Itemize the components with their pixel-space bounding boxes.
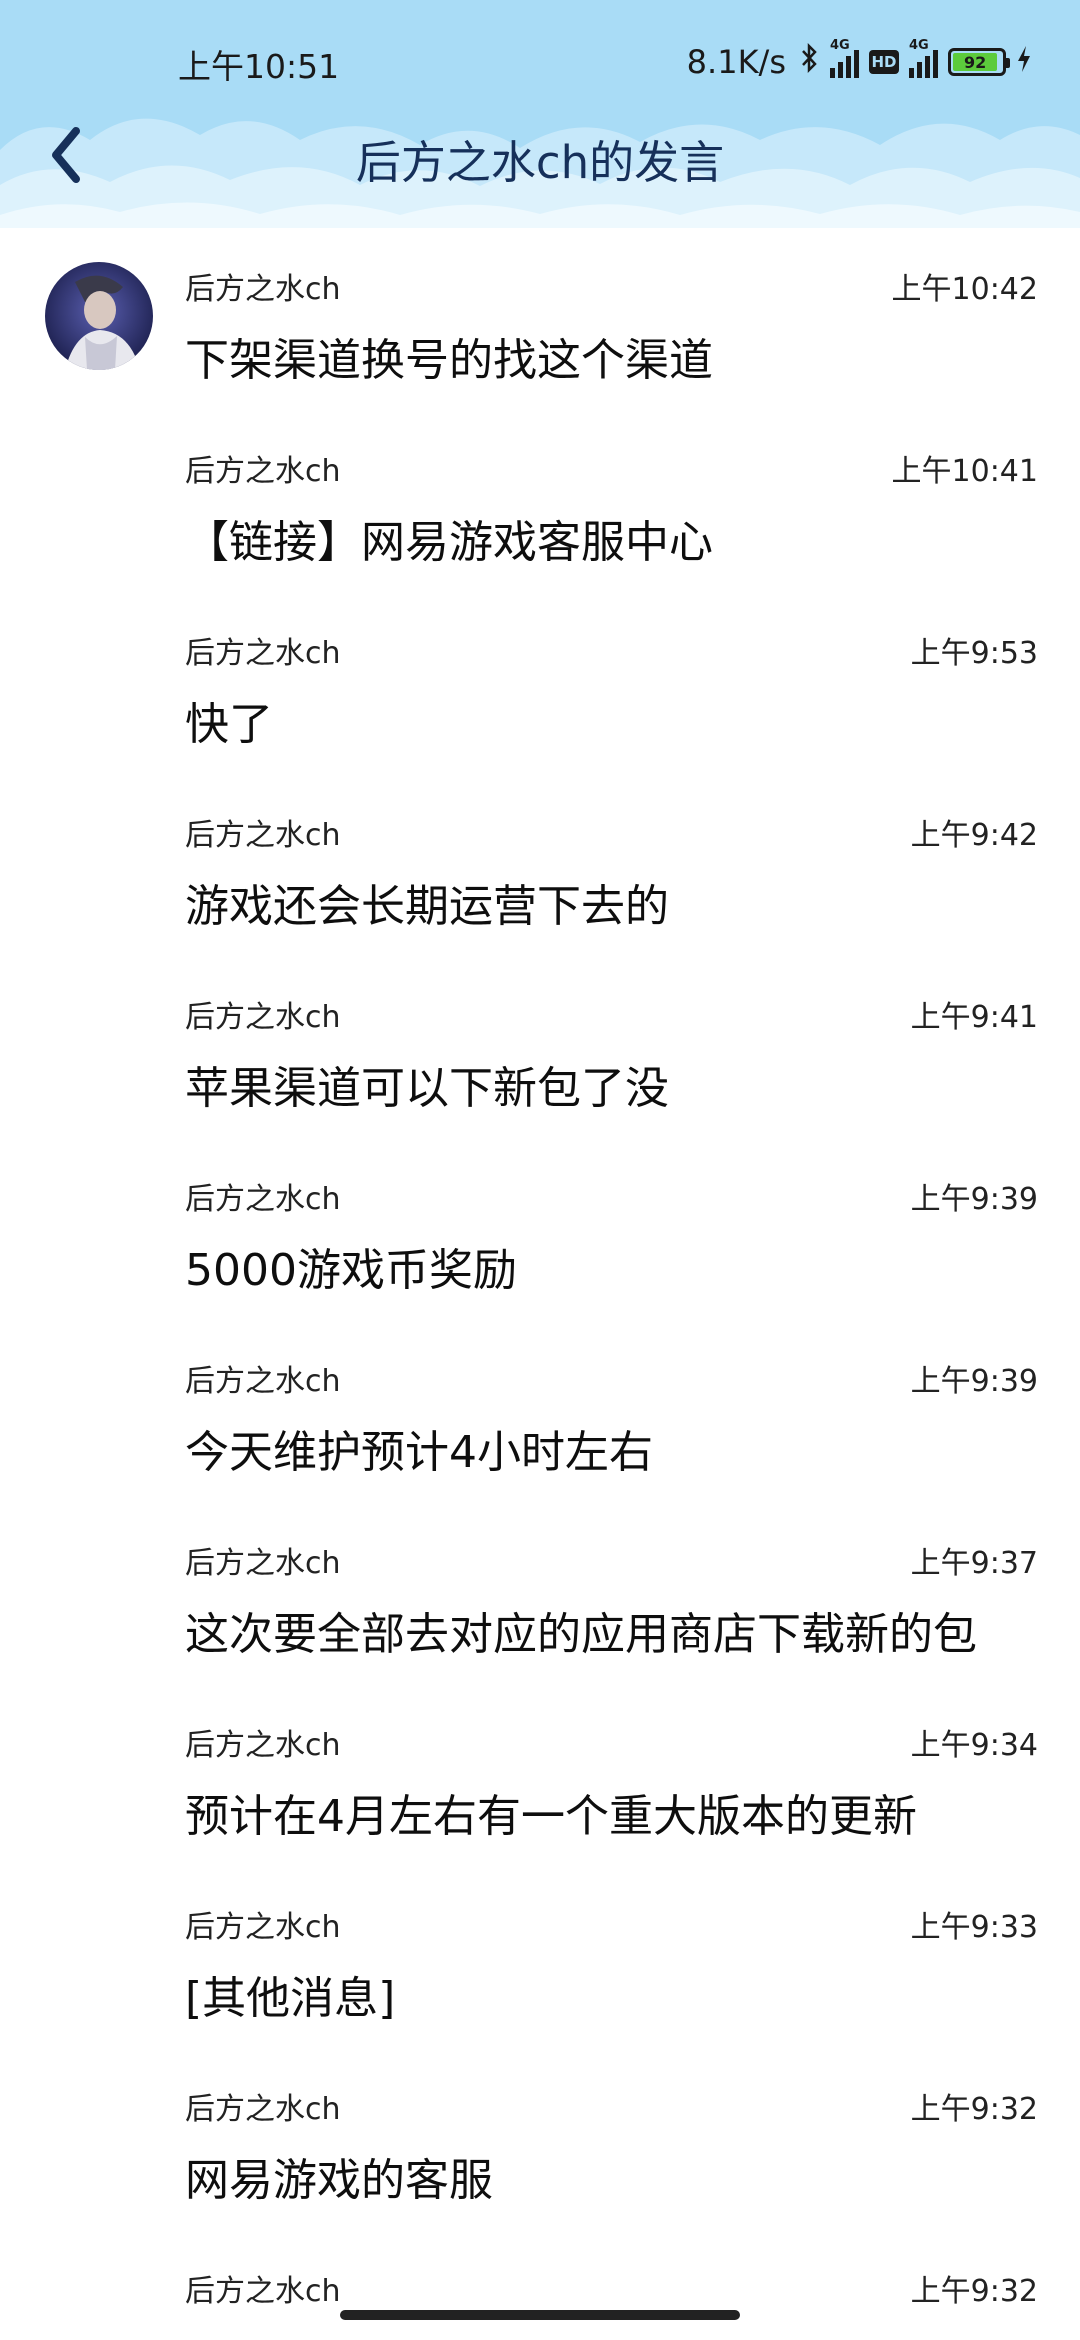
message-time: 上午10:41: [891, 454, 1038, 489]
message-item[interactable]: 后方之水ch 上午9:42 游戏还会长期运营下去的: [0, 774, 1080, 956]
message-sender: 后方之水ch: [185, 2274, 341, 2309]
bluetooth-icon: [800, 42, 820, 82]
battery-icon: 92: [948, 48, 1010, 76]
message-item[interactable]: 后方之水ch 上午10:41 【链接】网易游戏客服中心: [0, 410, 1080, 592]
message-item[interactable]: 后方之水ch 上午9:32 网易游戏的客服: [0, 2048, 1080, 2230]
message-item[interactable]: 后方之水ch 上午9:39 今天维护预计4小时左右: [0, 1320, 1080, 1502]
message-text: 5000游戏币奖励: [185, 1245, 517, 1296]
message-text: 今天维护预计4小时左右: [185, 1427, 653, 1478]
page-title: 后方之水ch的发言: [355, 136, 725, 189]
message-item[interactable]: 后方之水ch 上午9:33 [其他消息]: [0, 1866, 1080, 2048]
message-time: 上午9:33: [910, 1910, 1038, 1945]
message-item[interactable]: 后方之水ch 上午10:42 下架渠道换号的找这个渠道: [0, 228, 1080, 410]
avatar[interactable]: [45, 262, 153, 370]
hd-icon: HD: [869, 50, 899, 74]
network-speed: 8.1K/s: [686, 43, 786, 81]
message-sender: 后方之水ch: [185, 1364, 341, 1399]
top-area: 上午10:51 8.1K/s 4G HD 4G 92 后方之水ch的发言: [0, 0, 1080, 228]
message-time: 上午9:53: [910, 636, 1038, 671]
message-sender: 后方之水ch: [185, 818, 341, 853]
message-item[interactable]: 后方之水ch 上午9:39 5000游戏币奖励: [0, 1138, 1080, 1320]
message-item[interactable]: 后方之水ch 上午9:41 苹果渠道可以下新包了没: [0, 956, 1080, 1138]
message-item[interactable]: 后方之水ch 上午9:53 快了: [0, 592, 1080, 774]
home-indicator[interactable]: [340, 2310, 740, 2320]
status-icons: 8.1K/s 4G HD 4G 92: [686, 38, 1032, 84]
message-time: 上午9:42: [910, 818, 1038, 853]
message-time: 上午9:39: [910, 1182, 1038, 1217]
message-list[interactable]: 后方之水ch 上午10:42 下架渠道换号的找这个渠道 后方之水ch 上午10:41 【链…: [0, 228, 1080, 2340]
message-text: 预计在4月左右有一个重大版本的更新: [185, 1791, 917, 1842]
signal-icon: 4G: [830, 38, 859, 78]
message-item[interactable]: 后方之水ch 上午9:32: [0, 2230, 1080, 2340]
message-time: 上午9:34: [910, 1728, 1038, 1763]
message-sender: 后方之水ch: [185, 1910, 341, 1945]
message-text: 快了: [185, 699, 273, 750]
message-item[interactable]: 后方之水ch 上午9:34 预计在4月左右有一个重大版本的更新: [0, 1684, 1080, 1866]
message-text: 这次要全部去对应的应用商店下载新的包: [185, 1609, 977, 1660]
message-item[interactable]: 后方之水ch 上午9:37 这次要全部去对应的应用商店下载新的包: [0, 1502, 1080, 1684]
message-time: 上午9:39: [910, 1364, 1038, 1399]
message-text: [其他消息]: [185, 1973, 396, 2024]
charging-icon: [1016, 43, 1032, 81]
message-time: 上午9:32: [910, 2092, 1038, 2127]
signal-icon: 4G: [909, 38, 938, 78]
message-time: 上午10:42: [891, 272, 1038, 307]
message-text: 网易游戏的客服: [185, 2155, 493, 2206]
message-text: 【链接】网易游戏客服中心: [185, 517, 713, 568]
message-sender: 后方之水ch: [185, 636, 341, 671]
message-text: 游戏还会长期运营下去的: [185, 881, 669, 932]
message-sender: 后方之水ch: [185, 1728, 341, 1763]
battery-level: 92: [953, 53, 998, 72]
message-sender: 后方之水ch: [185, 272, 341, 307]
message-text: 苹果渠道可以下新包了没: [185, 1063, 669, 1114]
message-sender: 后方之水ch: [185, 1182, 341, 1217]
status-bar: 上午10:51 8.1K/s 4G HD 4G 92: [0, 0, 1080, 90]
message-sender: 后方之水ch: [185, 1000, 341, 1035]
message-time: 上午9:37: [910, 1546, 1038, 1581]
status-time: 上午10:51: [178, 47, 340, 86]
page-header: 后方之水ch的发言: [0, 90, 1080, 228]
message-text: 下架渠道换号的找这个渠道: [185, 335, 713, 386]
message-sender: 后方之水ch: [185, 1546, 341, 1581]
message-time: 上午9:41: [910, 1000, 1038, 1035]
message-sender: 后方之水ch: [185, 2092, 341, 2127]
message-time: 上午9:32: [910, 2274, 1038, 2309]
message-sender: 后方之水ch: [185, 454, 341, 489]
